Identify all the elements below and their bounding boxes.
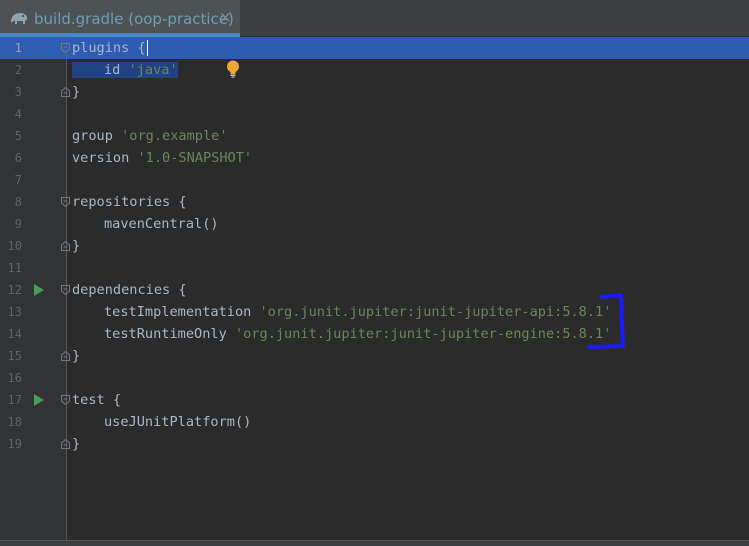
line-number: 14 bbox=[7, 327, 22, 341]
fold-open-icon[interactable] bbox=[61, 395, 70, 405]
code-line-test-implementation[interactable]: testImplementation 'org.junit.jupiter:ju… bbox=[72, 301, 611, 323]
code-line-maven[interactable]: mavenCentral() bbox=[72, 213, 219, 235]
fold-open-icon[interactable] bbox=[61, 285, 70, 295]
fold-close-icon[interactable] bbox=[61, 351, 70, 361]
code-text: group bbox=[72, 128, 122, 144]
editor-line-10: 10 bbox=[0, 235, 749, 257]
fold-open-icon[interactable] bbox=[61, 197, 70, 207]
line-number: 9 bbox=[14, 217, 22, 231]
code-line-dependencies[interactable]: dependencies { bbox=[72, 279, 187, 301]
code-text: repositories { bbox=[72, 194, 187, 210]
annotation-bracket-mark bbox=[587, 293, 625, 349]
line-number: 19 bbox=[7, 437, 22, 451]
run-dependencies-icon[interactable] bbox=[34, 284, 44, 296]
selected-text: id 'java' bbox=[72, 62, 178, 78]
status-strip bbox=[0, 540, 749, 546]
string-literal: 'org.junit.jupiter:junit-jupiter-api:5.8… bbox=[259, 304, 612, 320]
run-test-icon[interactable] bbox=[34, 394, 44, 406]
editor-tab-bar: build.gradle (oop-practice) × bbox=[0, 0, 749, 37]
line-number: 17 bbox=[7, 393, 22, 407]
string-literal: 'java' bbox=[128, 62, 178, 78]
fold-open-icon[interactable] bbox=[61, 43, 70, 53]
code-text: testImplementation bbox=[104, 304, 260, 320]
line-number: 11 bbox=[7, 261, 22, 275]
close-icon[interactable]: × bbox=[219, 8, 232, 26]
line-number: 13 bbox=[7, 305, 22, 319]
editor-line-11: 11 bbox=[0, 257, 749, 279]
fold-close-icon[interactable] bbox=[61, 87, 70, 97]
code-text: } bbox=[72, 348, 81, 364]
code-text: useJUnitPlatform() bbox=[104, 414, 252, 430]
tab-title: build.gradle (oop-practice) bbox=[34, 10, 234, 28]
code-text: dependencies { bbox=[72, 282, 187, 298]
code-line-close[interactable]: } bbox=[72, 433, 80, 455]
code-text: testRuntimeOnly bbox=[104, 326, 235, 342]
code-line-close[interactable]: } bbox=[72, 345, 80, 367]
code-line-id[interactable]: id 'java' bbox=[72, 59, 178, 81]
code-text: test { bbox=[72, 392, 122, 408]
code-text: version bbox=[72, 150, 138, 166]
editor-line-19: 19 bbox=[0, 433, 749, 455]
line-number: 16 bbox=[7, 371, 22, 385]
line-number: 10 bbox=[7, 239, 22, 253]
code-line-close[interactable]: } bbox=[72, 81, 80, 103]
line-number: 1 bbox=[14, 41, 22, 55]
line-number: 6 bbox=[14, 151, 22, 165]
code-line-plugins[interactable]: plugins { bbox=[72, 37, 148, 59]
editor-line-3: 3 bbox=[0, 81, 749, 103]
string-literal: '1.0-SNAPSHOT' bbox=[137, 150, 253, 166]
code-line-test-runtime-only[interactable]: testRuntimeOnly 'org.junit.jupiter:junit… bbox=[72, 323, 611, 345]
code-text: } bbox=[72, 238, 81, 254]
text-caret bbox=[146, 40, 148, 56]
string-literal: 'org.junit.jupiter:junit-jupiter-engine:… bbox=[234, 326, 612, 342]
string-literal: 'org.example' bbox=[121, 128, 228, 144]
editor-line-15: 15 bbox=[0, 345, 749, 367]
editor-line-4: 4 bbox=[0, 103, 749, 125]
fold-close-icon[interactable] bbox=[61, 439, 70, 449]
line-number: 5 bbox=[14, 129, 22, 143]
line-number: 18 bbox=[7, 415, 22, 429]
editor-line-16: 16 bbox=[0, 367, 749, 389]
code-text: id bbox=[104, 62, 129, 78]
line-number: 8 bbox=[14, 195, 22, 209]
line-number: 15 bbox=[7, 349, 22, 363]
code-line-group[interactable]: group 'org.example' bbox=[72, 125, 228, 147]
code-text: plugins { bbox=[72, 40, 146, 56]
gradle-elephant-icon bbox=[11, 13, 27, 24]
code-text: } bbox=[72, 436, 81, 452]
code-line-use-junit[interactable]: useJUnitPlatform() bbox=[72, 411, 251, 433]
line-number: 2 bbox=[14, 63, 22, 77]
line-number: 7 bbox=[14, 173, 22, 187]
line-number: 3 bbox=[14, 85, 22, 99]
line-number: 4 bbox=[14, 107, 22, 121]
editor-line-7: 7 bbox=[0, 169, 749, 191]
line-number: 12 bbox=[7, 283, 22, 297]
tab-build-gradle[interactable]: build.gradle (oop-practice) × bbox=[0, 0, 240, 37]
code-text: } bbox=[72, 84, 81, 100]
code-line-test[interactable]: test { bbox=[72, 389, 121, 411]
lightbulb-icon[interactable] bbox=[226, 60, 240, 78]
code-text: mavenCentral() bbox=[104, 216, 219, 232]
code-line-close[interactable]: } bbox=[72, 235, 80, 257]
fold-close-icon[interactable] bbox=[61, 241, 70, 251]
code-line-repositories[interactable]: repositories { bbox=[72, 191, 187, 213]
code-line-version[interactable]: version '1.0-SNAPSHOT' bbox=[72, 147, 252, 169]
